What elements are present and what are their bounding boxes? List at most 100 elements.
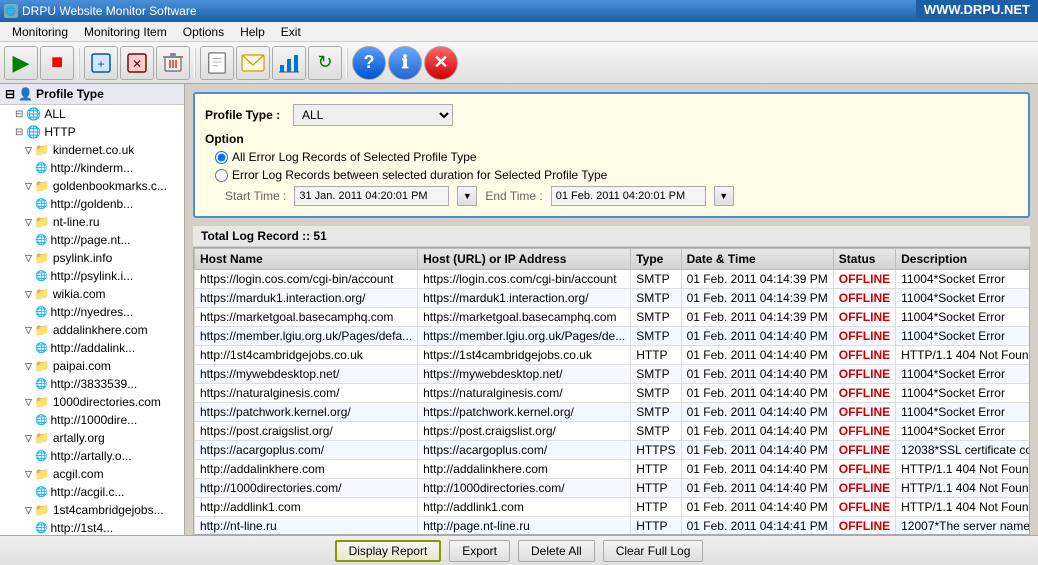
- display-report-button[interactable]: Display Report: [335, 540, 442, 562]
- url-icon-ntline: 🌐: [35, 235, 47, 246]
- wikia-url: http://nyedres...: [50, 305, 133, 319]
- all-label: ALL: [44, 107, 65, 121]
- end-time-picker[interactable]: ▼: [714, 186, 734, 206]
- col-type[interactable]: Type: [631, 249, 681, 270]
- collapse-psylink: ▽: [25, 253, 32, 264]
- table-cell: https://post.craigslist.org/: [418, 422, 631, 441]
- profile-type-select[interactable]: ALL HTTP HTTPS SMTP: [293, 104, 453, 126]
- table-cell: OFFLINE: [833, 308, 895, 327]
- delete-button[interactable]: [156, 46, 190, 80]
- site-icon-acgil: 📁: [35, 467, 50, 481]
- sidebar-url-acgil[interactable]: 🌐 http://acgil.c...: [0, 483, 184, 501]
- stop-button[interactable]: ■: [40, 46, 74, 80]
- sidebar-site-psylink[interactable]: ▽ 📁 psylink.info: [0, 249, 184, 267]
- collapse-icon[interactable]: ⊟: [5, 87, 15, 101]
- refresh-button[interactable]: ↻: [308, 46, 342, 80]
- col-host-url[interactable]: Host (URL) or IP Address: [418, 249, 631, 270]
- sidebar-site-1000dir[interactable]: ▽ 📁 1000directories.com: [0, 393, 184, 411]
- export-button[interactable]: Export: [449, 540, 510, 562]
- site-icon-wikia: 📁: [35, 287, 50, 301]
- info-button[interactable]: ℹ: [388, 46, 422, 80]
- sidebar-site-ntline[interactable]: ▽ 📁 nt-line.ru: [0, 213, 184, 231]
- menu-options[interactable]: Options: [175, 23, 232, 41]
- menu-monitoring[interactable]: Monitoring: [4, 23, 76, 41]
- table-cell: 01 Feb. 2011 04:14:40 PM: [681, 365, 833, 384]
- sidebar-url-addalink[interactable]: 🌐 http://addalink...: [0, 339, 184, 357]
- table-cell: OFFLINE: [833, 346, 895, 365]
- col-description[interactable]: Description: [896, 249, 1030, 270]
- table-cell: 01 Feb. 2011 04:14:40 PM: [681, 346, 833, 365]
- report-button[interactable]: [200, 46, 234, 80]
- sidebar-url-golden[interactable]: 🌐 http://goldenb...: [0, 195, 184, 213]
- table-cell: OFFLINE: [833, 365, 895, 384]
- sidebar-site-paipai[interactable]: ▽ 📁 paipai.com: [0, 357, 184, 375]
- add-button[interactable]: +: [84, 46, 118, 80]
- sidebar-url-1000dir[interactable]: 🌐 http://1000dire...: [0, 411, 184, 429]
- profile-type-icon: 👤: [18, 87, 33, 101]
- remove-button[interactable]: ✕: [120, 46, 154, 80]
- sidebar-url-paipai[interactable]: 🌐 http://3833539...: [0, 375, 184, 393]
- table-cell: https://acargoplus.com/: [195, 441, 418, 460]
- url-icon-psylink: 🌐: [35, 271, 47, 282]
- table-cell: 11004*Socket Error: [896, 422, 1030, 441]
- col-status[interactable]: Status: [833, 249, 895, 270]
- log-table-container[interactable]: Host Name Host (URL) or IP Address Type …: [193, 247, 1030, 535]
- url-icon-addalink: 🌐: [35, 343, 47, 354]
- table-row: http://1st4cambridgejobs.co.ukhttps://1s…: [195, 346, 1031, 365]
- table-cell: http://1000directories.com/: [195, 479, 418, 498]
- sidebar-site-addalink[interactable]: ▽ 📁 addalinkhere.com: [0, 321, 184, 339]
- table-cell: https://post.craigslist.org/: [195, 422, 418, 441]
- sidebar-url-1st4[interactable]: 🌐 http://1st4...: [0, 519, 184, 535]
- table-cell: http://nt-line.ru: [195, 517, 418, 536]
- close-x-button[interactable]: ✕: [424, 46, 458, 80]
- radio-duration[interactable]: [215, 169, 228, 182]
- start-time-picker[interactable]: ▼: [457, 186, 477, 206]
- sidebar-site-golden[interactable]: ▽ 📁 goldenbookmarks.c...: [0, 177, 184, 195]
- col-date-time[interactable]: Date & Time: [681, 249, 833, 270]
- table-cell: https://marketgoal.basecamphq.com: [418, 308, 631, 327]
- sidebar-site-1st4[interactable]: ▽ 📁 1st4cambridgejobs...: [0, 501, 184, 519]
- table-cell: http://page.nt-line.ru: [418, 517, 631, 536]
- table-cell: HTTP/1.1 404 Not Found: [896, 498, 1030, 517]
- table-cell: https://naturalginesis.com/: [195, 384, 418, 403]
- site-icon-psylink: 📁: [35, 251, 50, 265]
- end-time-label: End Time :: [485, 189, 542, 203]
- table-cell: 01 Feb. 2011 04:14:40 PM: [681, 479, 833, 498]
- clear-full-log-button[interactable]: Clear Full Log: [603, 540, 704, 562]
- end-time-input[interactable]: [551, 186, 706, 206]
- collapse-1st4: ▽: [25, 505, 32, 516]
- delete-all-button[interactable]: Delete All: [518, 540, 595, 562]
- play-button[interactable]: ▶: [4, 46, 38, 80]
- sidebar-url-wikia[interactable]: 🌐 http://nyedres...: [0, 303, 184, 321]
- col-host-name[interactable]: Host Name: [195, 249, 418, 270]
- sidebar-site-kindernet[interactable]: ▽ 📁 kindernet.co.uk: [0, 141, 184, 159]
- help-button[interactable]: ?: [352, 46, 386, 80]
- sidebar-item-http[interactable]: ⊟ 🌐 HTTP: [0, 123, 184, 141]
- total-record: Total Log Record :: 51: [193, 226, 1030, 247]
- sidebar-item-all[interactable]: ⊟ 🌐 ALL: [0, 105, 184, 123]
- start-time-input[interactable]: [294, 186, 449, 206]
- url-icon-kindernet: 🌐: [35, 163, 47, 174]
- menu-monitoring-item[interactable]: Monitoring Item: [76, 23, 175, 41]
- expand-icon: ⊟: [15, 109, 23, 120]
- profile-type-label: Profile Type :: [205, 108, 285, 122]
- sidebar-url-kindernet[interactable]: 🌐 http://kinderm...: [0, 159, 184, 177]
- email-button[interactable]: [236, 46, 270, 80]
- menu-help[interactable]: Help: [232, 23, 273, 41]
- table-row: https://post.craigslist.org/https://post…: [195, 422, 1031, 441]
- sidebar-url-artally[interactable]: 🌐 http://artally.o...: [0, 447, 184, 465]
- sidebar-site-artally[interactable]: ▽ 📁 artally.org: [0, 429, 184, 447]
- sidebar-site-acgil[interactable]: ▽ 📁 acgil.com: [0, 465, 184, 483]
- menu-exit[interactable]: Exit: [273, 23, 309, 41]
- table-cell: 01 Feb. 2011 04:14:39 PM: [681, 308, 833, 327]
- chart-button[interactable]: [272, 46, 306, 80]
- psylink-label: psylink.info: [53, 251, 112, 265]
- sidebar-url-psylink[interactable]: 🌐 http://psylink.i...: [0, 267, 184, 285]
- sidebar-url-ntline[interactable]: 🌐 http://page.nt...: [0, 231, 184, 249]
- table-cell: http://addlink1.com: [418, 498, 631, 517]
- sidebar-site-wikia[interactable]: ▽ 📁 wikia.com: [0, 285, 184, 303]
- sidebar: ⊟ 👤 Profile Type ⊟ 🌐 ALL ⊟ 🌐 HTTP ▽ 📁 ki…: [0, 84, 185, 535]
- table-cell: SMTP: [631, 327, 681, 346]
- radio-all-records[interactable]: [215, 151, 228, 164]
- table-cell: 11004*Socket Error: [896, 308, 1030, 327]
